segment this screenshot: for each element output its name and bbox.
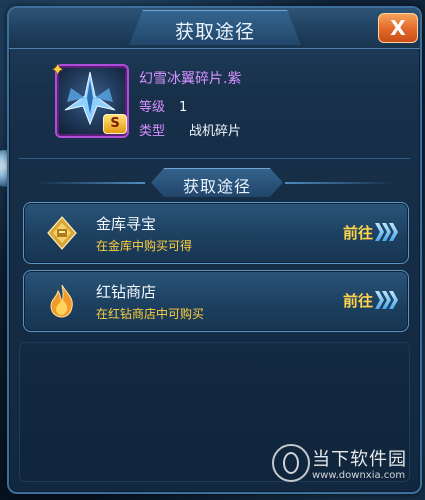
section-title: 获取途径 [182,177,251,196]
go-button[interactable]: 前往 [343,287,398,313]
type-row: 类型 战机碎片 [139,120,241,139]
section-line-right [285,182,395,184]
source-name: 红钻商店 [96,283,157,301]
source-description: 在金库中购买可得 [96,239,193,253]
go-label: 前往 [342,291,373,310]
rank-badge: S [103,114,127,134]
item-name: 幻雪冰翼碎片.紫 [139,71,242,87]
section-header: 获取途径 [35,168,395,198]
level-row: 等级 1 [139,96,187,115]
watermark-logo-icon [272,444,310,482]
close-button[interactable]: X [378,13,418,43]
source-row-vault[interactable]: 金库寻宝 在金库中购买可得 前往 [23,202,409,264]
watermark-url: www.downxia.com [312,470,406,481]
level-label: 等级 [139,100,166,115]
treasure-vault-icon [47,216,77,250]
star-icon: ✦ [51,60,65,79]
section-line-left [35,182,145,184]
level-value: 1 [179,100,188,115]
divider [19,158,410,159]
title-bar: 获取途径 X [9,8,420,49]
source-name: 金库寻宝 [96,215,157,233]
acquire-dialog: 获取途径 X ✦ S 幻雪冰翼碎片.紫 等级 1 类型 战机碎片 获取途径 金库… [7,6,422,494]
dialog-title: 获取途径 [174,21,255,43]
type-label: 类型 [139,124,166,139]
flame-icon [50,284,73,318]
source-description: 在红钻商店中可购买 [96,307,205,321]
double-chevron-right-icon [375,223,398,241]
item-info: ✦ S 幻雪冰翼碎片.紫 等级 1 类型 战机碎片 [15,54,412,154]
source-row-red-diamond-shop[interactable]: 红钻商店 在红钻商店中可购买 前往 [23,270,409,332]
go-button[interactable]: 前往 [343,219,398,245]
type-value: 战机碎片 [189,124,242,139]
go-label: 前往 [342,223,373,242]
watermark-brand: 当下软件园 [312,449,407,470]
double-chevron-right-icon [375,291,398,309]
